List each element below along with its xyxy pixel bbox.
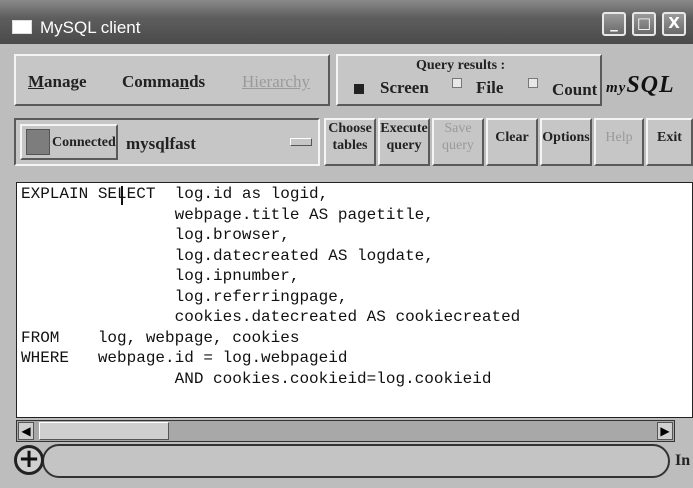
count-label[interactable]: Count — [552, 80, 597, 100]
execute-query-line1: Execute — [380, 121, 428, 136]
mysql-client-window: MySQL client _ □ X Manage Commands Hiera… — [0, 0, 693, 488]
status-field — [42, 444, 670, 478]
clear-button[interactable]: Clear — [486, 118, 538, 166]
connect-button[interactable]: Connected — [20, 124, 118, 160]
scroll-left-icon[interactable]: ◀ — [18, 422, 34, 440]
screen-label[interactable]: Screen — [380, 78, 429, 98]
horizontal-scrollbar[interactable]: ◀ ▶ — [16, 420, 675, 442]
file-radio[interactable] — [452, 78, 462, 88]
mysql-logo: mySQL — [606, 72, 675, 98]
query-text[interactable]: EXPLAIN SELECT log.id as logid, webpage.… — [21, 184, 520, 389]
status-right-text: In — [675, 452, 691, 469]
save-query-button[interactable]: Save query — [432, 118, 484, 166]
connection-group: Connected mysqlfast — [14, 118, 320, 166]
text-cursor — [121, 186, 123, 205]
connected-label: Connected — [52, 135, 116, 150]
hierarchy-menu[interactable]: Hierarchy — [242, 72, 310, 92]
query-editor[interactable]: EXPLAIN SELECT log.id as logid, webpage.… — [16, 182, 693, 418]
minimize-button[interactable]: _ — [602, 12, 626, 36]
database-name[interactable]: mysqlfast — [126, 134, 196, 154]
window-icon — [12, 20, 32, 34]
manage-menu[interactable]: Manage — [28, 72, 87, 92]
window-title: MySQL client — [40, 18, 141, 37]
query-results-title: Query results : — [416, 58, 506, 73]
exit-button[interactable]: Exit — [646, 118, 693, 166]
scrollbar-thumb[interactable] — [39, 422, 169, 440]
file-label[interactable]: File — [476, 78, 503, 98]
menu-bar: Manage Commands Hierarchy — [14, 54, 330, 106]
options-button[interactable]: Options — [540, 118, 592, 166]
choose-tables-line1: Choose — [328, 121, 372, 136]
plus-circle-icon[interactable]: + — [14, 445, 44, 475]
title-bar[interactable]: MySQL client _ □ X — [0, 0, 693, 44]
execute-query-line2: query — [386, 138, 422, 153]
save-query-line2: query — [442, 138, 474, 153]
commands-menu[interactable]: Commands — [122, 72, 205, 92]
save-query-line1: Save — [444, 121, 472, 136]
choose-tables-line2: tables — [332, 138, 368, 153]
help-button[interactable]: Help — [594, 118, 644, 166]
scroll-right-icon[interactable]: ▶ — [657, 422, 673, 440]
count-radio[interactable] — [528, 78, 538, 88]
execute-query-button[interactable]: Execute query — [378, 118, 430, 166]
connection-status-indicator — [26, 129, 50, 155]
query-results-group: Query results : Screen File Count — [336, 54, 602, 106]
database-dropdown-icon[interactable] — [290, 138, 312, 146]
choose-tables-button[interactable]: Choose tables — [324, 118, 376, 166]
maximize-button[interactable]: □ — [632, 12, 656, 36]
close-button[interactable]: X — [662, 12, 686, 36]
screen-radio[interactable] — [354, 84, 364, 94]
